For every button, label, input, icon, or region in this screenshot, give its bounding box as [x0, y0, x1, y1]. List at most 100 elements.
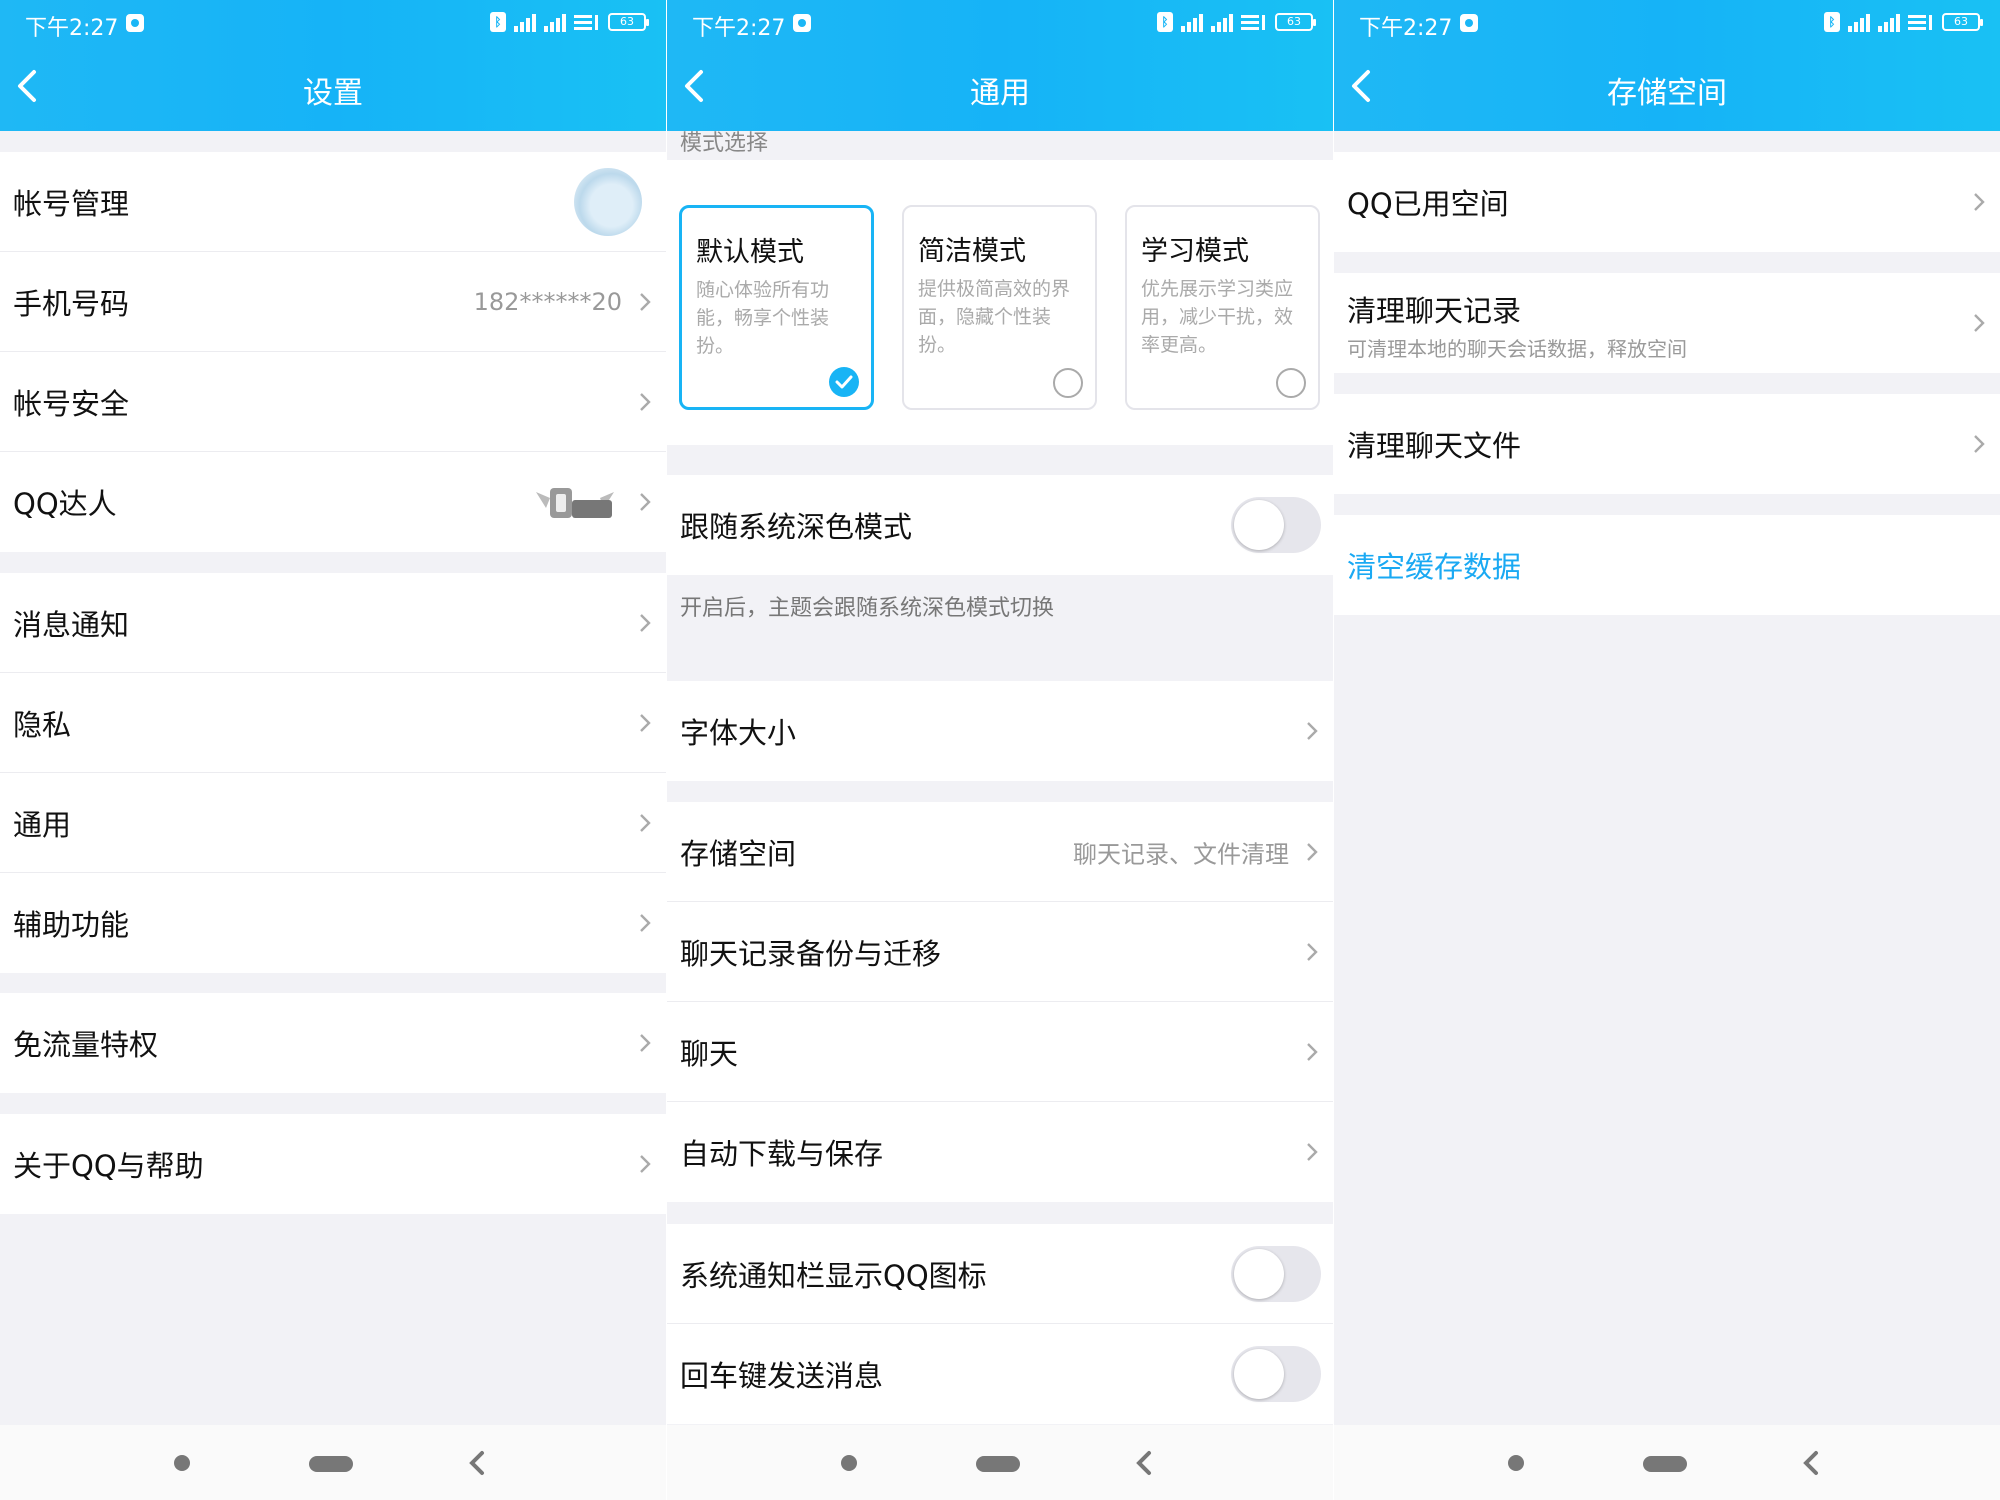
row-privacy[interactable]: 隐私 [0, 673, 666, 773]
home-pill-icon[interactable] [309, 1456, 353, 1472]
row-notifications[interactable]: 消息通知 [0, 573, 666, 673]
home-pill-icon[interactable] [1643, 1456, 1687, 1472]
mode-card-simple[interactable]: 简洁模式 提供极简高效的界面，隐藏个性装扮。 [902, 205, 1097, 410]
row-phone-number[interactable]: 手机号码 182******20 [0, 252, 666, 352]
chevron-right-icon [640, 292, 651, 311]
row-qq-used-space[interactable]: QQ已用空间 [1334, 152, 2000, 252]
row-free-data[interactable]: 免流量特权 [0, 993, 666, 1093]
chevron-right-icon [640, 392, 651, 411]
row-label: 字体大小 [680, 716, 797, 750]
enter-send-toggle[interactable] [1231, 1346, 1321, 1402]
radio-circle-icon [1053, 368, 1083, 398]
row-qq-expert[interactable]: QQ达人 [0, 452, 666, 552]
nav-back-icon[interactable] [1135, 1449, 1153, 1477]
row-clear-cache[interactable]: 清空缓存数据 [1334, 515, 2000, 615]
row-label: 关于QQ与帮助 [13, 1149, 204, 1183]
status-time: 下午2:27 [1359, 16, 1453, 41]
chevron-right-icon [640, 613, 651, 632]
status-bar: 下午2:27 ᛒ 63 [667, 0, 1333, 46]
check-circle-icon [829, 367, 859, 397]
row-font-size[interactable]: 字体大小 [667, 681, 1333, 781]
header: 下午2:27 ᛒ 63 存储空间 [1334, 0, 2000, 131]
storage-screen: 下午2:27 ᛒ 63 存储空间 QQ已用空间 清理聊天记录 可清理本地的聊天会… [1334, 0, 2000, 1500]
row-account-management[interactable]: 帐号管理 [0, 152, 666, 252]
row-chat[interactable]: 聊天 [667, 1002, 1333, 1102]
settings-group-data: 免流量特权 [0, 993, 666, 1093]
settings-screen: 下午2:27 ᛒ 63 设置 帐号管理 手机号码 182******20 帐号安… [0, 0, 666, 1500]
chevron-right-icon [640, 914, 651, 932]
bluetooth-icon: ᛒ [490, 12, 506, 32]
settings-group-account: 帐号管理 手机号码 182******20 帐号安全 QQ达人 [0, 152, 666, 552]
settings-group-main: 消息通知 隐私 通用 辅助功能 [0, 573, 666, 973]
mode-name: 简洁模式 [918, 236, 1026, 267]
row-clear-chat-history[interactable]: 清理聊天记录 可清理本地的聊天会话数据，释放空间 [1334, 273, 2000, 373]
row-storage[interactable]: 存储空间 聊天记录、文件清理 [667, 802, 1333, 902]
row-label: 自动下载与保存 [680, 1137, 884, 1171]
home-dot-icon[interactable] [174, 1455, 190, 1471]
row-about-help[interactable]: 关于QQ与帮助 [0, 1114, 666, 1214]
avatar [574, 168, 642, 236]
home-pill-icon[interactable] [976, 1456, 1020, 1472]
battery-icon: 63 [1942, 13, 1983, 31]
status-time: 下午2:27 [692, 16, 786, 41]
clear-cache-group: 清空缓存数据 [1334, 515, 2000, 615]
row-auto-download[interactable]: 自动下载与保存 [667, 1102, 1333, 1202]
row-subtext: 可清理本地的聊天会话数据，释放空间 [1347, 337, 1687, 361]
page-title: 设置 [303, 76, 363, 111]
clear-cache-link[interactable]: 清空缓存数据 [1347, 544, 1521, 586]
status-bar: 下午2:27 ᛒ 63 [1334, 0, 2000, 46]
system-nav-bar [1334, 1425, 2000, 1500]
chevron-right-icon [1307, 842, 1318, 861]
camera-icon [126, 14, 144, 32]
row-accessibility[interactable]: 辅助功能 [0, 873, 666, 973]
nav-back-icon[interactable] [1802, 1449, 1820, 1477]
row-label: 辅助功能 [13, 908, 130, 942]
row-label: QQ达人 [13, 487, 117, 521]
row-label: 系统通知栏显示QQ图标 [680, 1258, 987, 1293]
header: 下午2:27 ᛒ 63 通用 [667, 0, 1333, 131]
dark-mode-toggle[interactable] [1231, 497, 1321, 553]
dark-mode-group: 跟随系统深色模式 [667, 475, 1333, 575]
chevron-right-icon [1307, 1143, 1318, 1161]
expert-badge-icon [536, 488, 614, 518]
system-nav-bar [667, 1425, 1333, 1500]
status-bar: 下午2:27 ᛒ 63 [0, 0, 666, 46]
page-title: 存储空间 [1607, 76, 1727, 111]
page-title: 通用 [970, 76, 1030, 111]
chevron-right-icon [1974, 193, 1985, 211]
triptych: 下午2:27 ᛒ 63 设置 帐号管理 手机号码 182******20 帐号安… [0, 0, 2000, 1500]
system-nav-bar [0, 1425, 666, 1500]
signal-icon [1211, 12, 1233, 32]
row-notify-icon: 系统通知栏显示QQ图标 [667, 1224, 1333, 1324]
chevron-right-icon [640, 813, 651, 832]
signal-icon [1878, 12, 1900, 32]
chevron-right-icon [1307, 722, 1318, 740]
signal-icon [514, 12, 536, 32]
row-backup-migrate[interactable]: 聊天记录备份与迁移 [667, 902, 1333, 1002]
mode-desc: 随心体验所有功能，畅享个性装扮。 [696, 279, 830, 357]
clear-chat-group: 清理聊天记录 可清理本地的聊天会话数据，释放空间 [1334, 273, 2000, 373]
storage-group: 存储空间 聊天记录、文件清理 聊天记录备份与迁移 聊天 自动下载与保存 [667, 802, 1333, 1202]
system-icons: ᛒ 63 [490, 12, 649, 32]
row-clear-chat-files[interactable]: 清理聊天文件 [1334, 394, 2000, 494]
mode-card-study[interactable]: 学习模式 优先展示学习类应用，减少干扰，效率更高。 [1125, 205, 1320, 410]
nav-back-icon[interactable] [468, 1449, 486, 1477]
chevron-right-icon [1307, 1042, 1318, 1061]
home-dot-icon[interactable] [841, 1455, 857, 1471]
row-account-security[interactable]: 帐号安全 [0, 352, 666, 452]
row-label: 帐号管理 [13, 186, 130, 221]
row-label: 清理聊天文件 [1347, 429, 1522, 463]
row-general[interactable]: 通用 [0, 773, 666, 873]
notify-icon-toggle[interactable] [1231, 1245, 1321, 1302]
row-label: 隐私 [13, 707, 72, 742]
row-label: QQ已用空间 [1347, 187, 1509, 221]
row-label: 回车键发送消息 [680, 1359, 884, 1393]
wifi-icon [574, 15, 598, 30]
row-label: 免流量特权 [13, 1028, 159, 1062]
toggles-group: 系统通知栏显示QQ图标 回车键发送消息 [667, 1224, 1333, 1424]
bluetooth-icon: ᛒ [1824, 12, 1840, 32]
camera-icon [1460, 14, 1478, 32]
mode-card-default[interactable]: 默认模式 随心体验所有功能，畅享个性装扮。 [679, 205, 874, 410]
signal-icon [1848, 12, 1870, 32]
home-dot-icon[interactable] [1508, 1455, 1524, 1471]
